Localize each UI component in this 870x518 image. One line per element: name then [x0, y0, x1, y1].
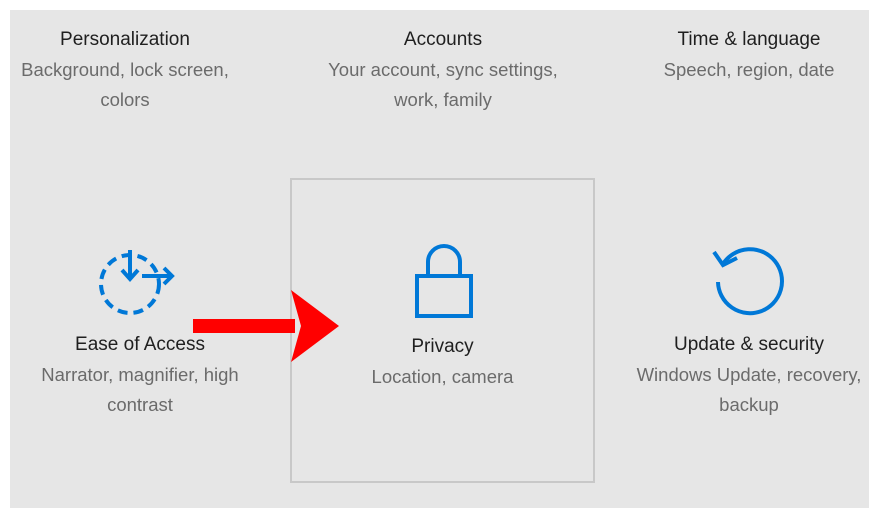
lock-icon: [413, 242, 475, 325]
red-arrow-icon: [193, 290, 343, 370]
tile-description: Your account, sync settings, work, famil…: [328, 59, 558, 110]
tile-title: Update & security: [674, 334, 824, 355]
tile-accounts[interactable]: Accounts Your account, sync settings, wo…: [323, 25, 563, 115]
tile-update-security[interactable]: Update & security Windows Update, recove…: [630, 178, 868, 478]
tile-title: Accounts: [403, 29, 483, 50]
tile-title: Personalization: [60, 29, 190, 50]
tile-description: Speech, region, date: [663, 59, 835, 80]
tile-description: Windows Update, recovery, backup: [636, 364, 862, 415]
tile-time-language[interactable]: Time & language Speech, region, date: [630, 25, 868, 85]
tile-description: Background, lock screen, colors: [21, 59, 229, 110]
ease-of-access-icon: [96, 248, 188, 323]
tile-title: Time & language: [677, 29, 821, 50]
tile-personalization[interactable]: Personalization Background, lock screen,…: [20, 25, 230, 115]
refresh-icon: [710, 242, 790, 327]
